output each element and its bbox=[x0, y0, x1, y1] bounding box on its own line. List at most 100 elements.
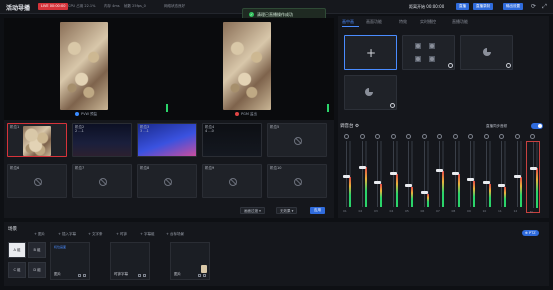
scene-btn-subtitle[interactable]: + 插入字幕 bbox=[58, 232, 76, 237]
gear-icon[interactable] bbox=[506, 63, 511, 68]
effect-select[interactable]: 无效果 ▾ bbox=[276, 207, 298, 214]
headphone-icon[interactable] bbox=[344, 134, 349, 139]
start-live-button[interactable]: 直播 bbox=[456, 3, 469, 10]
fader-knob[interactable] bbox=[405, 184, 412, 187]
scene-btn-textbar[interactable]: + 文字条 bbox=[88, 232, 103, 237]
headphone-icon[interactable] bbox=[390, 134, 396, 139]
scene-card-2[interactable]: 时钟字幕 bbox=[110, 242, 150, 280]
scene-card-1[interactable]: 机位画面 图片 bbox=[50, 242, 90, 280]
layout-card-grid[interactable] bbox=[402, 35, 455, 70]
record-button[interactable]: 直播录制 bbox=[473, 3, 493, 10]
scene-card-head: 机位画面 bbox=[54, 245, 67, 249]
fader-knob[interactable] bbox=[343, 175, 350, 178]
headphone-icon[interactable] bbox=[499, 134, 504, 139]
fader-knob[interactable] bbox=[482, 181, 490, 184]
delete-icon[interactable] bbox=[83, 274, 86, 277]
source-cell-6[interactable]: 机位6 bbox=[7, 164, 67, 198]
output-settings-button[interactable]: 输出设置 bbox=[503, 3, 523, 10]
edit-icon[interactable] bbox=[78, 274, 81, 277]
ptz-button[interactable]: ⊕ PTZ bbox=[522, 230, 539, 236]
fader-knob[interactable] bbox=[389, 172, 397, 175]
mixer-channel-strip: 11 bbox=[495, 141, 509, 213]
apply-button[interactable]: 应用 bbox=[310, 207, 325, 214]
tab-live-functions[interactable]: 直播功能 bbox=[452, 19, 468, 25]
group-d-button[interactable]: D 组 bbox=[28, 262, 46, 278]
pvw-video[interactable] bbox=[60, 22, 108, 110]
tab-pip[interactable]: 画中画 bbox=[342, 19, 354, 25]
level-meter bbox=[426, 141, 429, 207]
source-cell-9[interactable]: 机位9 bbox=[202, 164, 262, 198]
headphone-icon[interactable] bbox=[359, 134, 365, 139]
scene-btn-image[interactable]: + 图片 bbox=[34, 232, 45, 237]
gear-icon[interactable] bbox=[390, 103, 395, 108]
scene-card-3[interactable]: 图片 bbox=[170, 242, 210, 280]
scene-btn-logo[interactable]: + 台标场景 bbox=[166, 232, 184, 237]
layout-card-pip-2[interactable] bbox=[344, 75, 397, 110]
level-meter-fill bbox=[380, 184, 382, 207]
fader-knob[interactable] bbox=[467, 178, 474, 181]
source-cell-4[interactable]: 机位4 4 ...0 bbox=[202, 123, 262, 157]
delete-icon[interactable] bbox=[203, 274, 206, 277]
tab-effects[interactable]: 特效 bbox=[399, 19, 407, 25]
headphone-icon[interactable] bbox=[437, 134, 442, 139]
refresh-icon[interactable]: ⟳ bbox=[530, 3, 537, 10]
scene-card-name: 时钟字幕 bbox=[114, 272, 128, 276]
scene-thumb bbox=[201, 265, 207, 273]
layout-card-pip[interactable] bbox=[460, 35, 513, 70]
headphone-icon[interactable] bbox=[468, 134, 473, 139]
fader-knob[interactable] bbox=[358, 166, 366, 169]
empty-source-icon bbox=[164, 178, 172, 186]
source-cell-3[interactable]: 机位3 3 ...1 bbox=[137, 123, 197, 157]
layout-cell-icon bbox=[415, 56, 421, 62]
scene-btn-clock[interactable]: + 时钟 bbox=[116, 232, 127, 237]
sync-audio-toggle[interactable] bbox=[531, 123, 543, 129]
delete-icon[interactable] bbox=[143, 274, 146, 277]
level-meter-fill bbox=[504, 187, 506, 207]
fader-knob[interactable] bbox=[498, 184, 505, 187]
fader-knob[interactable] bbox=[451, 172, 459, 175]
tab-live-control[interactable]: 实时播控 bbox=[420, 19, 436, 25]
transition-select[interactable]: 画面过渡 ▾ bbox=[240, 207, 265, 214]
settings-icon[interactable]: ⚙ bbox=[355, 124, 359, 129]
source-cell-5[interactable]: 机位5 bbox=[267, 123, 327, 157]
source-cell-8[interactable]: 机位8 bbox=[137, 164, 197, 198]
headphone-icon[interactable] bbox=[375, 134, 380, 139]
group-c-button[interactable]: C 组 bbox=[8, 262, 26, 278]
headphone-icon[interactable] bbox=[421, 134, 427, 139]
pgm-video[interactable] bbox=[223, 22, 271, 110]
fader-knob[interactable] bbox=[374, 181, 381, 184]
headphone-icon[interactable] bbox=[483, 134, 489, 139]
pgm-label: PGM 监出 bbox=[235, 112, 257, 117]
headphone-icon[interactable] bbox=[530, 134, 535, 139]
pgm-audio-meter bbox=[327, 104, 329, 112]
level-meter-fill bbox=[349, 177, 351, 207]
scene-btn-subtitle-group[interactable]: + 字幕组 bbox=[140, 232, 155, 237]
fader-track bbox=[516, 141, 518, 207]
add-layout-card[interactable]: + bbox=[344, 35, 397, 70]
edit-icon[interactable] bbox=[138, 274, 141, 277]
group-b-button[interactable]: B 组 bbox=[28, 242, 46, 258]
group-a-button[interactable]: A 组 bbox=[8, 242, 26, 258]
fader-track bbox=[408, 141, 409, 207]
fader-knob[interactable] bbox=[530, 167, 537, 170]
channel-number: 12 bbox=[513, 209, 518, 213]
source-cell-7[interactable]: 机位7 bbox=[72, 164, 132, 198]
fader-track bbox=[361, 141, 363, 207]
toast-text: 清理已直播操作成功 bbox=[257, 12, 293, 17]
fullscreen-icon[interactable]: ⤢ bbox=[541, 3, 548, 10]
source-cell-2[interactable]: 机位2 2 ...1 bbox=[72, 123, 132, 157]
source-cell-10[interactable]: 机位10 bbox=[267, 164, 327, 198]
channel-number: 06 bbox=[420, 209, 425, 213]
fader-knob[interactable] bbox=[436, 169, 443, 172]
tab-screen-functions[interactable]: 画面功能 bbox=[366, 19, 382, 25]
fader-knob[interactable] bbox=[420, 191, 428, 194]
edit-icon[interactable] bbox=[198, 274, 201, 277]
source-label: 机位8 bbox=[140, 166, 150, 170]
source-cell-1[interactable]: 机位1 bbox=[7, 123, 67, 157]
check-icon: ✓ bbox=[249, 12, 254, 17]
gear-icon[interactable] bbox=[448, 63, 453, 68]
headphone-icon[interactable] bbox=[514, 134, 520, 139]
headphone-icon[interactable] bbox=[452, 134, 458, 139]
headphone-icon[interactable] bbox=[406, 134, 411, 139]
fader-knob[interactable] bbox=[513, 175, 521, 178]
